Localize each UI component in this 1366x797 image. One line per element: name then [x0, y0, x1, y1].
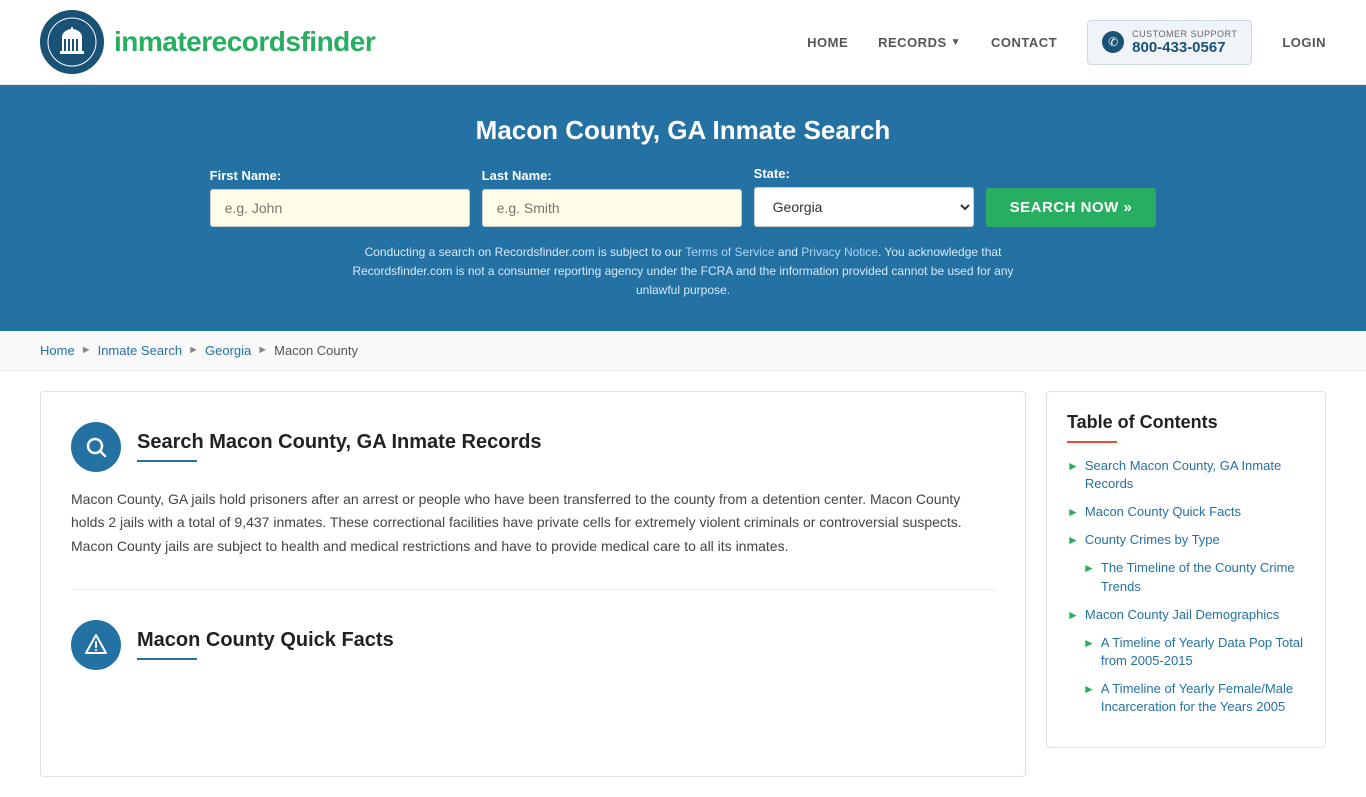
privacy-link[interactable]: Privacy Notice [801, 245, 878, 259]
section-1-text: Macon County, GA jails hold prisoners af… [71, 488, 995, 559]
breadcrumb-inmate-search[interactable]: Inmate Search [98, 343, 183, 358]
toc-item-2[interactable]: ► Macon County Quick Facts [1067, 503, 1305, 521]
nav-records[interactable]: RECORDS ▼ [878, 35, 961, 50]
state-select[interactable]: Georgia Alabama Alaska Arizona Arkansas … [754, 187, 974, 227]
toc-chevron-5: ► [1067, 608, 1079, 622]
last-name-label: Last Name: [482, 168, 552, 183]
tos-link[interactable]: Terms of Service [685, 245, 774, 259]
section-inmate-records: Search Macon County, GA Inmate Records M… [71, 422, 995, 590]
toc-chevron-6: ► [1083, 636, 1095, 650]
breadcrumb-home[interactable]: Home [40, 343, 75, 358]
toc-item-7[interactable]: ► A Timeline of Yearly Female/Male Incar… [1067, 680, 1305, 716]
content-area: Search Macon County, GA Inmate Records M… [40, 391, 1026, 777]
support-text: CUSTOMER SUPPORT 800-433-0567 [1132, 29, 1237, 56]
section-2-title: Macon County Quick Facts [137, 629, 394, 652]
first-name-group: First Name: [210, 168, 470, 227]
warning-section-icon [71, 620, 121, 670]
breadcrumb-georgia[interactable]: Georgia [205, 343, 251, 358]
logo-area: inmaterecordsfinder [40, 10, 375, 74]
search-button[interactable]: SEARCH NOW » [986, 188, 1157, 227]
toc-link-7: A Timeline of Yearly Female/Male Incarce… [1101, 680, 1305, 716]
breadcrumb-sep-3: ► [257, 344, 268, 356]
state-group: State: Georgia Alabama Alaska Arizona Ar… [754, 166, 974, 227]
toc-item-1[interactable]: ► Search Macon County, GA Inmate Records [1067, 457, 1305, 493]
search-section-icon [71, 422, 121, 472]
toc-chevron-1: ► [1067, 459, 1079, 473]
nav-contact[interactable]: CONTACT [991, 35, 1057, 50]
header: inmaterecordsfinder HOME RECORDS ▼ CONTA… [0, 0, 1366, 85]
hero-title: Macon County, GA Inmate Search [40, 115, 1326, 146]
nav-home[interactable]: HOME [807, 35, 848, 50]
first-name-input[interactable] [210, 189, 470, 227]
section-1-header: Search Macon County, GA Inmate Records [71, 422, 995, 472]
main-content: Search Macon County, GA Inmate Records M… [0, 371, 1366, 797]
toc-chevron-3: ► [1067, 533, 1079, 547]
search-hero: Macon County, GA Inmate Search First Nam… [0, 85, 1366, 331]
breadcrumb-macon-county: Macon County [274, 343, 358, 358]
toc-chevron-2: ► [1067, 505, 1079, 519]
section-2-header: Macon County Quick Facts [71, 620, 995, 670]
state-label: State: [754, 166, 790, 181]
section-2-title-area: Macon County Quick Facts [137, 629, 394, 660]
toc-chevron-4: ► [1083, 561, 1095, 575]
section-1-underline [137, 460, 197, 462]
toc-link-5: Macon County Jail Demographics [1085, 606, 1279, 624]
toc-link-1: Search Macon County, GA Inmate Records [1085, 457, 1305, 493]
section-quick-facts: Macon County Quick Facts [71, 620, 995, 716]
search-form: First Name: Last Name: State: Georgia Al… [40, 166, 1326, 227]
section-2-underline [137, 658, 197, 660]
main-nav: HOME RECORDS ▼ CONTACT ✆ CUSTOMER SUPPOR… [807, 20, 1326, 65]
section-1-title-area: Search Macon County, GA Inmate Records [137, 431, 542, 462]
section-1-title: Search Macon County, GA Inmate Records [137, 431, 542, 454]
breadcrumb-sep-2: ► [188, 344, 199, 356]
logo-icon [40, 10, 104, 74]
toc-link-2: Macon County Quick Facts [1085, 503, 1241, 521]
last-name-group: Last Name: [482, 168, 742, 227]
first-name-label: First Name: [210, 168, 282, 183]
toc-title: Table of Contents [1067, 412, 1305, 433]
last-name-input[interactable] [482, 189, 742, 227]
toc-link-4: The Timeline of the County Crime Trends [1101, 559, 1305, 595]
toc-list: ► Search Macon County, GA Inmate Records… [1067, 457, 1305, 717]
customer-support: ✆ CUSTOMER SUPPORT 800-433-0567 [1087, 20, 1252, 65]
headset-icon: ✆ [1102, 31, 1124, 53]
hero-disclaimer: Conducting a search on Recordsfinder.com… [333, 243, 1033, 301]
toc-link-6: A Timeline of Yearly Data Pop Total from… [1101, 634, 1305, 670]
sidebar: Table of Contents ► Search Macon County,… [1046, 391, 1326, 748]
logo-text: inmaterecordsfinder [114, 26, 375, 58]
toc-item-4[interactable]: ► The Timeline of the County Crime Trend… [1067, 559, 1305, 595]
records-chevron-icon: ▼ [951, 37, 961, 48]
breadcrumb-sep-1: ► [81, 344, 92, 356]
toc-item-3[interactable]: ► County Crimes by Type [1067, 531, 1305, 549]
toc-underline [1067, 441, 1117, 443]
toc-item-6[interactable]: ► A Timeline of Yearly Data Pop Total fr… [1067, 634, 1305, 670]
toc-chevron-7: ► [1083, 682, 1095, 696]
breadcrumb: Home ► Inmate Search ► Georgia ► Macon C… [0, 331, 1366, 371]
toc-item-5[interactable]: ► Macon County Jail Demographics [1067, 606, 1305, 624]
nav-login[interactable]: LOGIN [1282, 35, 1326, 50]
toc-link-3: County Crimes by Type [1085, 531, 1220, 549]
